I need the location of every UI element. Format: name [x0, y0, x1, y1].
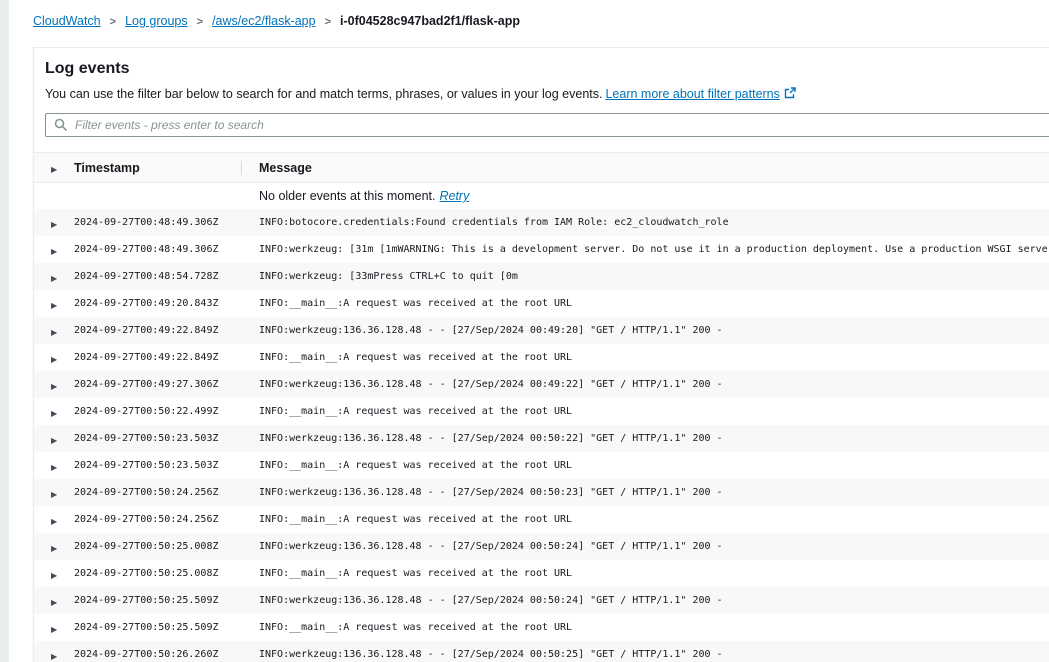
expand-row-icon[interactable]: ▶ — [51, 572, 57, 580]
timestamp-cell: 2024-09-27T00:48:49.306Z — [58, 217, 241, 228]
timestamp-cell: 2024-09-27T00:50:25.509Z — [58, 595, 241, 606]
expand-row-icon[interactable]: ▶ — [51, 248, 57, 256]
breadcrumb-item-3: i-0f04528c947bad2f1/flask-app — [340, 14, 520, 28]
table-row: ▶2024-09-27T00:49:27.306ZINFO:werkzeug:1… — [34, 371, 1049, 398]
table-row: ▶2024-09-27T00:50:25.509ZINFO:werkzeug:1… — [34, 587, 1049, 614]
message-column-header: Message — [241, 161, 1049, 175]
message-cell: INFO:__main__:A request was received at … — [241, 514, 1049, 525]
retry-link[interactable]: Retry — [439, 189, 469, 203]
page-title: Log events — [34, 48, 1049, 79]
expand-row-icon[interactable]: ▶ — [51, 626, 57, 634]
message-cell: INFO:werkzeug:136.36.128.48 - - [27/Sep/… — [241, 649, 1049, 660]
timestamp-cell: 2024-09-27T00:50:25.008Z — [58, 541, 241, 552]
learn-more-link[interactable]: Learn more about filter patterns — [605, 87, 779, 101]
filter-bar — [45, 113, 1049, 137]
timestamp-cell: 2024-09-27T00:48:54.728Z — [58, 271, 241, 282]
table-header-row: ▶ Timestamp Message — [34, 152, 1049, 183]
expand-row-icon[interactable]: ▶ — [51, 518, 57, 526]
message-cell: INFO:werkzeug:136.36.128.48 - - [27/Sep/… — [241, 325, 1049, 336]
log-events-panel: Log events You can use the filter bar be… — [33, 47, 1049, 662]
table-row: ▶2024-09-27T00:50:26.260ZINFO:werkzeug:1… — [34, 641, 1049, 662]
timestamp-cell: 2024-09-27T00:50:25.008Z — [58, 568, 241, 579]
timestamp-cell: 2024-09-27T00:49:27.306Z — [58, 379, 241, 390]
timestamp-cell: 2024-09-27T00:49:22.849Z — [58, 325, 241, 336]
expand-row-icon[interactable]: ▶ — [51, 653, 57, 661]
expand-row-icon[interactable]: ▶ — [51, 464, 57, 472]
message-cell: INFO:werkzeug:136.36.128.48 - - [27/Sep/… — [241, 379, 1049, 390]
message-cell: INFO:__main__:A request was received at … — [241, 352, 1049, 363]
message-cell: INFO:__main__:A request was received at … — [241, 460, 1049, 471]
breadcrumb-separator-icon: > — [197, 16, 203, 28]
expand-row-icon[interactable]: ▶ — [51, 302, 57, 310]
table-row: ▶2024-09-27T00:50:25.008ZINFO:werkzeug:1… — [34, 533, 1049, 560]
expand-row-icon[interactable]: ▶ — [51, 383, 57, 391]
breadcrumb-separator-icon: > — [110, 16, 116, 28]
timestamp-column-header: Timestamp — [58, 161, 241, 175]
timestamp-cell: 2024-09-27T00:50:26.260Z — [58, 649, 241, 660]
breadcrumb-item-0[interactable]: CloudWatch — [33, 14, 101, 28]
timestamp-cell: 2024-09-27T00:49:22.849Z — [58, 352, 241, 363]
message-cell: INFO:werkzeug: [33mPress CTRL+C to quit … — [241, 271, 1049, 282]
timestamp-cell: 2024-09-27T00:49:20.843Z — [58, 298, 241, 309]
expand-row-icon[interactable]: ▶ — [51, 221, 57, 229]
message-cell: INFO:werkzeug: [31m [1mWARNING: This is … — [241, 244, 1049, 255]
expand-row-icon[interactable]: ▶ — [51, 410, 57, 418]
table-row: ▶2024-09-27T00:49:20.843ZINFO:__main__:A… — [34, 290, 1049, 317]
table-row: ▶2024-09-27T00:48:54.728ZINFO:werkzeug: … — [34, 263, 1049, 290]
expand-row-icon[interactable]: ▶ — [51, 275, 57, 283]
expand-row-icon[interactable]: ▶ — [51, 437, 57, 445]
breadcrumb: CloudWatch > Log groups > /aws/ec2/flask-app… — [33, 13, 520, 30]
timestamp-cell: 2024-09-27T00:50:24.256Z — [58, 514, 241, 525]
external-link-icon — [784, 87, 796, 103]
timestamp-cell: 2024-09-27T00:48:49.306Z — [58, 244, 241, 255]
breadcrumb-separator-icon: > — [325, 16, 331, 28]
message-cell: INFO:botocore.credentials:Found credenti… — [241, 217, 1049, 228]
table-row: ▶2024-09-27T00:50:25.008ZINFO:__main__:A… — [34, 560, 1049, 587]
message-cell: INFO:werkzeug:136.36.128.48 - - [27/Sep/… — [241, 595, 1049, 606]
table-row: ▶2024-09-27T00:49:22.849ZINFO:werkzeug:1… — [34, 317, 1049, 344]
table-row: ▶2024-09-27T00:48:49.306ZINFO:botocore.c… — [34, 209, 1049, 236]
timestamp-cell: 2024-09-27T00:50:23.503Z — [58, 433, 241, 444]
message-cell: INFO:werkzeug:136.36.128.48 - - [27/Sep/… — [241, 487, 1049, 498]
no-older-events-row: No older events at this moment. Retry — [34, 183, 1049, 209]
message-cell: INFO:werkzeug:136.36.128.48 - - [27/Sep/… — [241, 541, 1049, 552]
expand-row-icon[interactable]: ▶ — [51, 329, 57, 337]
table-row: ▶2024-09-27T00:50:24.256ZINFO:werkzeug:1… — [34, 479, 1049, 506]
breadcrumb-item-1[interactable]: Log groups — [125, 14, 188, 28]
table-row: ▶2024-09-27T00:50:22.499ZINFO:__main__:A… — [34, 398, 1049, 425]
message-cell: INFO:werkzeug:136.36.128.48 - - [27/Sep/… — [241, 433, 1049, 444]
table-row: ▶2024-09-27T00:50:25.509ZINFO:__main__:A… — [34, 614, 1049, 641]
message-cell: INFO:__main__:A request was received at … — [241, 622, 1049, 633]
expand-row-icon[interactable]: ▶ — [51, 491, 57, 499]
expand-row-icon[interactable]: ▶ — [51, 599, 57, 607]
log-table-body: ▶2024-09-27T00:48:49.306ZINFO:botocore.c… — [34, 209, 1049, 662]
timestamp-cell: 2024-09-27T00:50:22.499Z — [58, 406, 241, 417]
timestamp-cell: 2024-09-27T00:50:23.503Z — [58, 460, 241, 471]
table-row: ▶2024-09-27T00:50:23.503ZINFO:__main__:A… — [34, 452, 1049, 479]
message-cell: INFO:__main__:A request was received at … — [241, 568, 1049, 579]
expand-row-icon[interactable]: ▶ — [51, 545, 57, 553]
table-row: ▶2024-09-27T00:50:24.256ZINFO:__main__:A… — [34, 506, 1049, 533]
timestamp-cell: 2024-09-27T00:50:25.509Z — [58, 622, 241, 633]
table-row: ▶2024-09-27T00:48:49.306ZINFO:werkzeug: … — [34, 236, 1049, 263]
breadcrumb-item-2[interactable]: /aws/ec2/flask-app — [212, 14, 316, 28]
no-older-events-text: No older events at this moment. — [259, 189, 435, 203]
timestamp-cell: 2024-09-27T00:50:24.256Z — [58, 487, 241, 498]
expand-column-icon: ▶ — [51, 166, 57, 174]
table-row: ▶2024-09-27T00:50:23.503ZINFO:werkzeug:1… — [34, 425, 1049, 452]
table-row: ▶2024-09-27T00:49:22.849ZINFO:__main__:A… — [34, 344, 1049, 371]
description-text: You can use the filter bar below to sear… — [45, 87, 602, 101]
filter-events-input[interactable] — [45, 113, 1049, 137]
panel-description: You can use the filter bar below to sear… — [45, 86, 1049, 103]
page-left-gutter — [0, 0, 9, 662]
message-cell: INFO:__main__:A request was received at … — [241, 406, 1049, 417]
expand-row-icon[interactable]: ▶ — [51, 356, 57, 364]
log-events-table: ▶ Timestamp Message No older events at t… — [34, 152, 1049, 662]
message-cell: INFO:__main__:A request was received at … — [241, 298, 1049, 309]
